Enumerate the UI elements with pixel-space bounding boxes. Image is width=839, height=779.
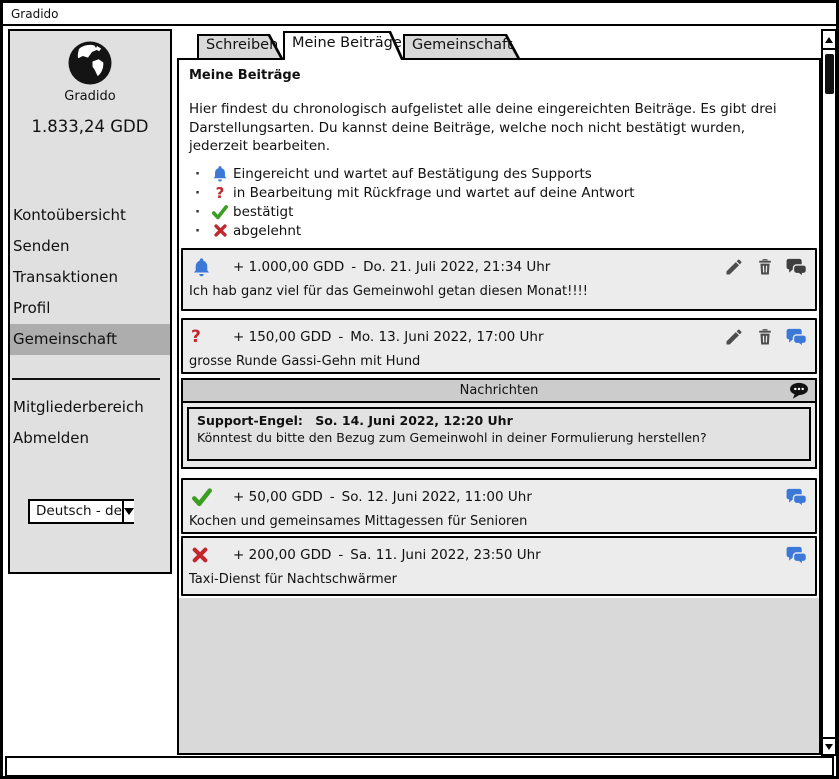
legend-item-rejected: · abgelehnt xyxy=(195,221,635,240)
question-icon: ? xyxy=(207,184,233,202)
empty-area xyxy=(179,598,819,753)
entry-description: Taxi-Dienst für Nachtschwärmer xyxy=(183,566,815,587)
check-icon xyxy=(191,487,215,507)
contribution-entry: + 50,00 GDD - So. 12. Juni 2022, 11:00 U… xyxy=(181,478,817,534)
entry-datetime: Do. 21. Juli 2022, 21:34 Uhr xyxy=(363,259,550,275)
chat-icon[interactable] xyxy=(786,488,807,507)
messages-section: Nachrichten Support-Engel: So. 14. Juni … xyxy=(181,378,817,469)
sidebar-item-profil[interactable]: Profil xyxy=(10,293,170,324)
triangle-down-icon xyxy=(825,744,833,750)
sidebar-item-senden[interactable]: Senden xyxy=(10,231,170,262)
chevron-down-icon xyxy=(124,508,134,515)
triangle-up-icon xyxy=(825,37,833,43)
legend-text: bestätigt xyxy=(233,204,293,220)
scrollbar-down-button[interactable] xyxy=(823,737,835,754)
entry-description: Kochen und gemeinsames Mittagessen für S… xyxy=(183,508,815,529)
sidebar: Gradido 1.833,24 GDD Kontoübersicht Send… xyxy=(8,29,172,574)
bell-icon xyxy=(207,165,233,183)
scrollbar-thumb[interactable] xyxy=(825,54,834,94)
cross-icon xyxy=(191,546,215,564)
delete-icon[interactable] xyxy=(755,257,775,277)
bell-icon xyxy=(191,257,215,278)
question-icon: ? xyxy=(191,328,215,346)
entry-amount: + 50,00 GDD xyxy=(233,489,323,505)
edit-icon[interactable] xyxy=(724,257,744,277)
contribution-list: + 1.000,00 GDD - Do. 21. Juli 2022, 21:3… xyxy=(181,248,817,596)
bottom-status-bar xyxy=(5,756,834,777)
legend-text: Eingereicht und wartet auf Bestätigung d… xyxy=(233,166,592,182)
support-message: Support-Engel: So. 14. Juni 2022, 12:20 … xyxy=(187,407,811,461)
page-title: Meine Beiträge xyxy=(189,68,301,83)
edit-icon[interactable] xyxy=(724,327,744,347)
entry-description: grosse Runde Gassi-Gehn mit Hund xyxy=(183,348,815,369)
messages-header: Nachrichten xyxy=(183,380,815,403)
sidebar-item-abmelden[interactable]: Abmelden xyxy=(10,423,170,454)
app-window: Gradido Gradido 1.833,24 GDD Kontoübersi… xyxy=(0,0,839,779)
sidebar-nav: Kontoübersicht Senden Transaktionen Prof… xyxy=(10,200,170,355)
scrollbar[interactable] xyxy=(821,29,837,756)
language-select-button[interactable] xyxy=(122,501,134,522)
delete-icon[interactable] xyxy=(755,327,775,347)
message-author: Support-Engel: xyxy=(197,413,303,428)
message-timestamp: So. 14. Juni 2022, 12:20 Uhr xyxy=(315,413,513,428)
intro-text: Hier findest du chronologisch aufgeliste… xyxy=(189,100,803,156)
check-icon xyxy=(207,204,233,220)
entry-amount: + 150,00 GDD xyxy=(233,329,331,345)
chat-icon[interactable] xyxy=(786,328,807,347)
sidebar-item-kontouebersicht[interactable]: Kontoübersicht xyxy=(10,200,170,231)
logo-label: Gradido xyxy=(10,89,170,104)
language-select[interactable]: Deutsch - de xyxy=(28,499,134,524)
tab-label: Schreiben xyxy=(197,34,283,57)
entry-datetime: So. 12. Juni 2022, 11:00 Uhr xyxy=(342,489,532,505)
chat-icon[interactable] xyxy=(786,258,807,277)
globe-logo-icon xyxy=(10,39,170,87)
contribution-entry: + 1.000,00 GDD - Do. 21. Juli 2022, 21:3… xyxy=(181,248,817,311)
entry-amount: + 200,00 GDD xyxy=(233,547,331,563)
chat-icon[interactable] xyxy=(786,546,807,565)
legend-text: abgelehnt xyxy=(233,223,301,239)
tab-meine-beitraege[interactable]: Meine Beiträge xyxy=(283,31,404,60)
sidebar-secondary-nav: Mitgliederbereich Abmelden xyxy=(10,392,170,454)
tab-schreiben[interactable]: Schreiben xyxy=(197,34,283,58)
entry-datetime: Mo. 13. Juni 2022, 17:00 Uhr xyxy=(350,329,543,345)
legend-text: in Bearbeitung mit Rückfrage und wartet … xyxy=(233,185,635,201)
sidebar-item-transaktionen[interactable]: Transaktionen xyxy=(10,262,170,293)
sidebar-item-gemeinschaft[interactable]: Gemeinschaft xyxy=(10,324,170,355)
legend-item-question: · ? in Bearbeitung mit Rückfrage und war… xyxy=(195,183,635,202)
language-select-value: Deutsch - de xyxy=(30,501,122,522)
sidebar-divider xyxy=(12,378,160,380)
contribution-entry: ? + 150,00 GDD - Mo. 13. Juni 2022, 17:0… xyxy=(181,318,817,374)
cross-icon xyxy=(207,223,233,238)
chat-ellipsis-icon[interactable] xyxy=(789,382,809,404)
messages-header-title: Nachrichten xyxy=(460,383,539,398)
legend-item-confirmed: · bestätigt xyxy=(195,202,635,221)
entry-amount: + 1.000,00 GDD xyxy=(233,259,344,275)
tab-label: Meine Beiträge xyxy=(283,31,404,56)
main-panel: Meine Beiträge Hier findest du chronolog… xyxy=(177,58,821,755)
message-text: Könntest du bitte den Bezug zum Gemeinwo… xyxy=(197,430,801,445)
entry-datetime: Sa. 11. Juni 2022, 23:50 Uhr xyxy=(350,547,540,563)
status-legend: · Eingereicht und wartet auf Bestätigung… xyxy=(195,164,635,240)
tab-label: Gemeinschaft xyxy=(403,34,520,57)
window-title: Gradido xyxy=(11,7,59,21)
scrollbar-up-button[interactable] xyxy=(823,31,835,50)
entry-description: Ich hab ganz viel für das Gemeinwohl get… xyxy=(183,278,815,299)
legend-item-pending: · Eingereicht und wartet auf Bestätigung… xyxy=(195,164,635,183)
tab-gemeinschaft[interactable]: Gemeinschaft xyxy=(403,34,520,58)
sidebar-item-mitgliederbereich[interactable]: Mitgliederbereich xyxy=(10,392,170,423)
contribution-entry: + 200,00 GDD - Sa. 11. Juni 2022, 23:50 … xyxy=(181,536,817,596)
balance-amount: 1.833,24 GDD xyxy=(10,117,170,136)
window-titlebar: Gradido xyxy=(3,3,836,26)
